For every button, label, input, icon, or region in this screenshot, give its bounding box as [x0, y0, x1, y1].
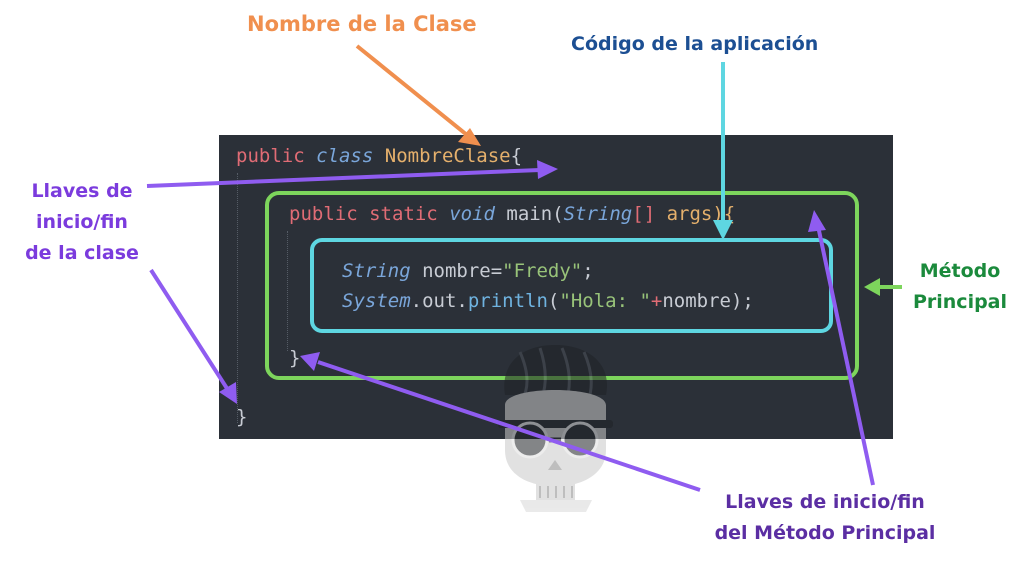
class-name-token: NombreClase — [384, 145, 511, 167]
label-class-braces-line: de la clase — [25, 242, 139, 264]
label-main-method: Método Principal — [905, 256, 1015, 318]
code-line-class-close: } — [236, 405, 247, 429]
indent-guide-class — [237, 173, 238, 423]
label-app-code: Código de la aplicación — [571, 33, 819, 55]
label-class-braces-line: Llaves de — [31, 180, 133, 202]
class-close-brace: } — [236, 406, 248, 428]
label-method-braces: Llaves de inicio/fin del Método Principa… — [700, 487, 950, 549]
keyword-public: public — [236, 145, 305, 167]
keyword-class: class — [316, 145, 374, 167]
label-class-braces-line: inicio/fin — [36, 211, 128, 233]
label-class-braces: Llaves de inicio/fin de la clase — [18, 176, 146, 269]
app-code-highlight-box — [310, 238, 833, 333]
arrow-class-name — [355, 44, 481, 146]
code-line-class-declaration: public class NombreClase{ — [236, 144, 522, 168]
label-main-method-line: Principal — [912, 291, 1008, 313]
label-method-braces-line: Llaves de inicio/fin — [725, 491, 925, 513]
label-main-method-line: Método — [919, 260, 1001, 282]
label-method-braces-line: del Método Principal — [714, 522, 936, 544]
label-class-name: Nombre de la Clase — [247, 12, 477, 36]
class-open-brace: { — [510, 145, 523, 167]
